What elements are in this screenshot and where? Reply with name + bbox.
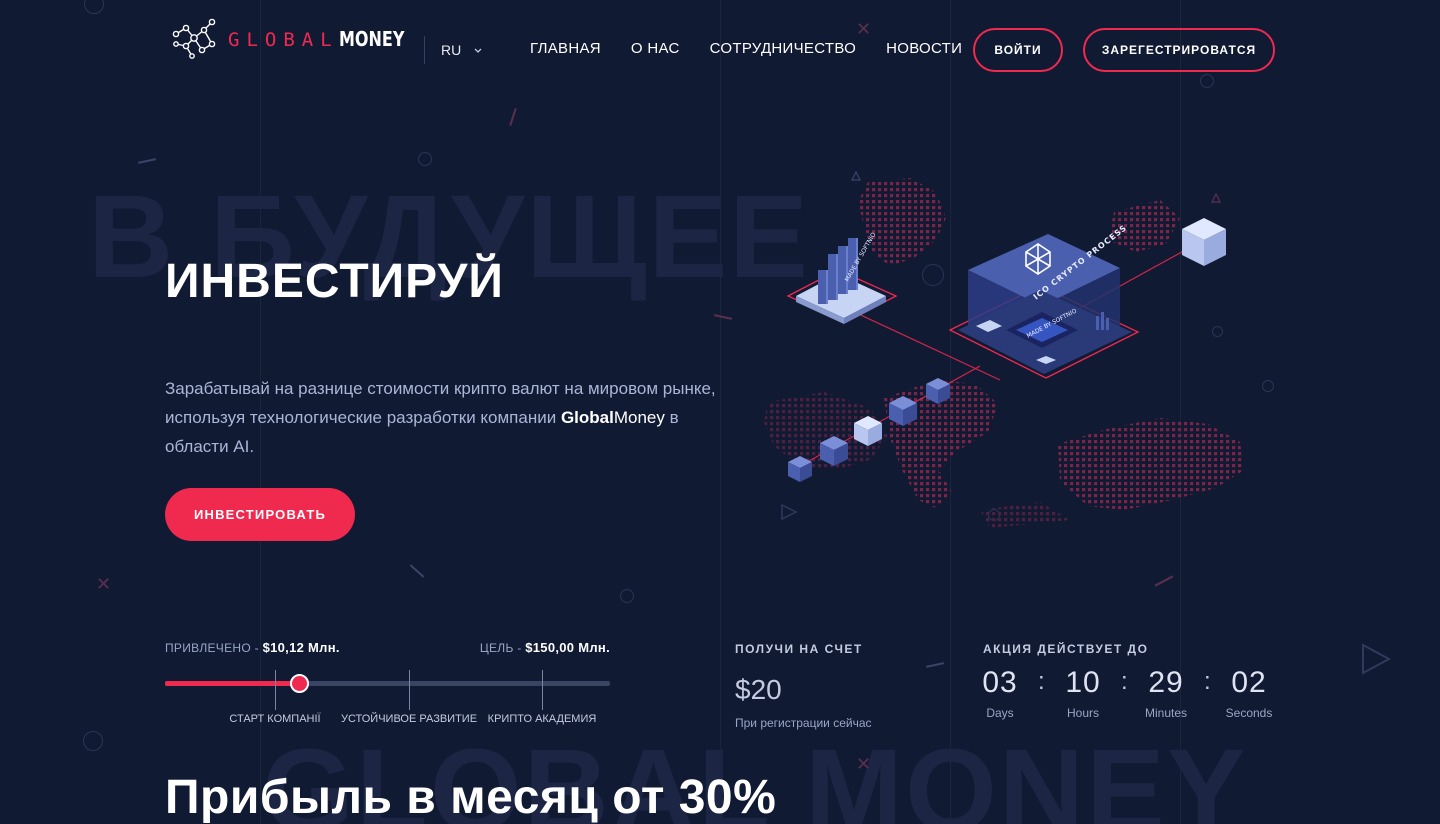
countdown-minutes: 29 Minutes xyxy=(1131,666,1201,720)
invest-button[interactable]: ИНВЕСТИРОВАТЬ xyxy=(165,488,355,541)
countdown-value: 29 xyxy=(1148,666,1184,699)
funding-progress: ПРИВЛЕЧЕНО - $10,12 Млн. ЦЕЛЬ - $150,00 … xyxy=(165,640,610,725)
hero-description: Зарабатывай на разнице стоимости крипто … xyxy=(165,374,725,461)
countdown-unit: Hours xyxy=(1066,706,1099,720)
progress-track xyxy=(165,681,610,686)
decor-dash xyxy=(409,564,425,578)
registration-bonus: ПОЛУЧИ НА СЧЕТ $20 При регистрации сейча… xyxy=(735,642,872,730)
decor-circle xyxy=(83,731,103,751)
goal-value: $150,00 Млн. xyxy=(525,640,610,655)
progress-fill xyxy=(165,681,299,686)
promo-countdown: АКЦИЯ ДЕЙСТВУЕТ ДО 03 Days : 10 Hours : … xyxy=(982,642,1272,720)
decor-triangle xyxy=(1362,643,1392,675)
countdown-unit: Minutes xyxy=(1144,706,1188,720)
milestone-tick xyxy=(275,670,276,710)
milestone-label-academy: КРИПТО АКАДЕМИЯ xyxy=(487,713,597,725)
nav-link-partnership[interactable]: СОТРУДНИЧЕСТВО xyxy=(710,40,857,57)
decor-dash xyxy=(713,314,733,320)
decor-x-mark: ✕ xyxy=(96,574,112,594)
raised-amount: ПРИВЛЕЧЕНО - $10,12 Млн. xyxy=(165,640,340,655)
countdown-unit: Days xyxy=(986,706,1014,720)
countdown-value: 02 xyxy=(1231,666,1267,699)
logo-global-text: GLOBAL xyxy=(228,29,339,51)
crypto-isometric-illustration: MADE BY SOFTNIO MADE BY SOFTNIO ICO CRYP… xyxy=(764,178,1244,528)
bonus-heading: ПОЛУЧИ НА СЧЕТ xyxy=(735,642,863,656)
raised-value: $10,12 Млн. xyxy=(262,640,340,655)
decor-dash xyxy=(509,108,517,126)
countdown-seconds: 02 Seconds xyxy=(1214,666,1284,720)
logo[interactable]: GLOBAL MONEY xyxy=(168,16,420,62)
countdown-days: 03 Days xyxy=(965,666,1035,720)
goal-amount: ЦЕЛЬ - $150,00 Млн. xyxy=(480,640,610,655)
countdown-separator: : xyxy=(1204,668,1211,695)
bonus-amount: $20 xyxy=(735,674,782,705)
progress-knob[interactable] xyxy=(290,674,309,693)
main-nav: ГЛАВНАЯ О НАС СОТРУДНИЧЕСТВО НОВОСТИ xyxy=(530,40,962,57)
decor-dash xyxy=(137,158,157,164)
chevron-down-icon xyxy=(474,48,482,53)
language-code: RU xyxy=(441,42,462,58)
decor-dash xyxy=(925,662,945,668)
profit-heading: Прибыль в месяц от 30% xyxy=(165,771,777,824)
nav-link-home[interactable]: ГЛАВНАЯ xyxy=(530,40,601,57)
hero-title: ИНВЕСТИРУЙ xyxy=(165,255,504,308)
brand-name-light: Money xyxy=(613,408,665,427)
milestone-tick xyxy=(409,670,410,710)
countdown-separator: : xyxy=(1121,668,1128,695)
decor-circle xyxy=(418,152,432,166)
countdown-separator: : xyxy=(1038,668,1045,695)
decor-dash xyxy=(1154,575,1174,587)
decor-circle xyxy=(620,589,634,603)
milestone-label-start: СТАРТ КОМПАНІЇ xyxy=(229,713,321,725)
countdown-unit: Seconds xyxy=(1225,706,1273,720)
nav-link-news[interactable]: НОВОСТИ xyxy=(886,40,962,57)
logo-network-icon xyxy=(172,18,216,59)
milestone-label-growth: УСТОЙЧИВОЕ РАЗВИТИЕ xyxy=(340,713,478,725)
register-button[interactable]: ЗАРЕГЕСТРИРОВАТСЯ xyxy=(1083,28,1275,72)
logo-money-text: MONEY xyxy=(338,27,405,51)
language-selector[interactable]: RU xyxy=(424,36,483,64)
brand-name-bold: Global xyxy=(560,408,614,427)
login-button[interactable]: ВОЙТИ xyxy=(973,28,1063,72)
decor-x-mark: ✕ xyxy=(856,754,872,774)
countdown-hours: 10 Hours xyxy=(1048,666,1118,720)
nav-link-about[interactable]: О НАС xyxy=(631,40,680,57)
bonus-subtitle: При регистрации сейчас xyxy=(735,716,872,730)
milestone-tick xyxy=(542,670,543,710)
countdown-value: 10 xyxy=(1065,666,1101,699)
promo-heading: АКЦИЯ ДЕЙСТВУЕТ ДО xyxy=(983,642,1149,656)
countdown-value: 03 xyxy=(982,666,1018,699)
site-header: GLOBAL MONEY RU ГЛАВНАЯ О НАС СОТРУДНИЧЕ… xyxy=(0,0,1440,100)
ico-crypto-platform: MADE BY SOFTNIO ICO CRYPTO PROCESS xyxy=(948,223,1140,379)
raised-label: ПРИВЛЕЧЕНО - xyxy=(165,641,263,655)
goal-label: ЦЕЛЬ - xyxy=(479,641,526,655)
